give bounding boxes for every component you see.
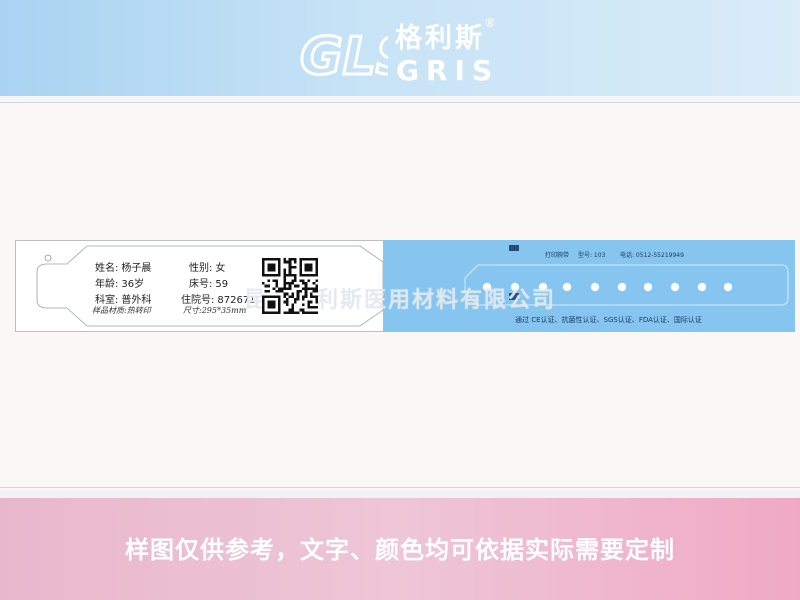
strap-hole-icon bbox=[617, 282, 627, 292]
strap-hole-icon bbox=[562, 282, 572, 292]
footer-divider bbox=[0, 487, 800, 488]
qr-code-icon bbox=[262, 258, 318, 314]
brand-name-cn: 格利斯 bbox=[395, 23, 485, 54]
strap-hole-icon bbox=[44, 254, 52, 262]
field-age: 年龄: 36岁 bbox=[95, 279, 145, 290]
brand-mark-text: GLS bbox=[300, 27, 388, 86]
brand-name-en: GRIS bbox=[396, 54, 500, 87]
strip-phone: 电话: 0512-55219949 bbox=[620, 252, 684, 259]
field-dept: 科室: 普外科 bbox=[95, 295, 152, 306]
mini-logo-icon bbox=[509, 245, 519, 251]
material-note: 样品材质:热转印 bbox=[92, 306, 151, 315]
strip-title: 打印腕带 bbox=[545, 252, 570, 259]
header-divider bbox=[0, 96, 800, 103]
field-name: 姓名: 杨子晨 bbox=[95, 263, 152, 274]
certification-text: 通过 CE认证、抗菌性认证、SGS认证、FDA认证、国际认证 bbox=[515, 316, 702, 324]
field-gender: 性别: 女 bbox=[189, 263, 226, 274]
brand-logo-icon: GLS bbox=[299, 26, 389, 87]
strap-hole-icon bbox=[697, 282, 707, 292]
disclaimer-text: 样图仅供参考，文字、颜色均可依据实际需要定制 bbox=[125, 536, 675, 564]
strap-hole-icon bbox=[643, 282, 653, 292]
strap-hole-icon bbox=[723, 282, 733, 292]
size-note: 尺寸:295*35mm bbox=[183, 306, 247, 315]
strap-hole-icon bbox=[590, 282, 600, 292]
strip-model: 型号: 103 bbox=[578, 252, 606, 259]
strap-hole-icon bbox=[670, 282, 680, 292]
field-bed: 床号: 59 bbox=[189, 279, 229, 290]
registered-mark: ® bbox=[484, 16, 496, 30]
footer-divider-band bbox=[0, 490, 800, 498]
